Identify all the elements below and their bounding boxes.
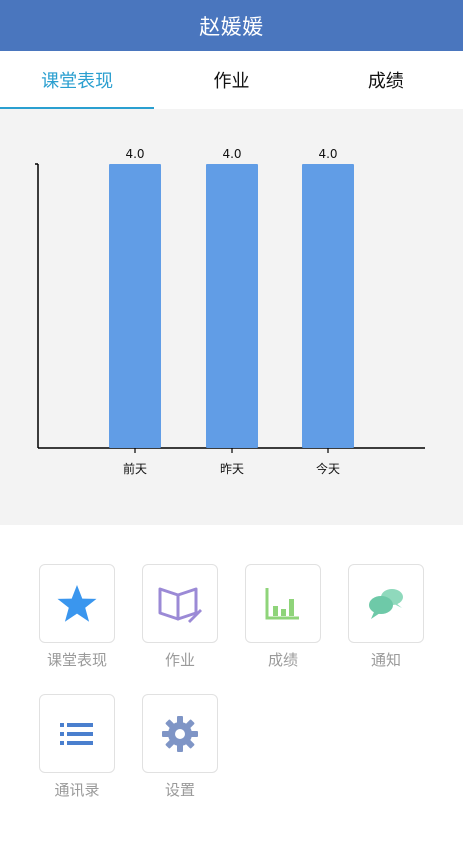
performance-chart: 4.0 前天 4.0 昨天 4.0 今天: [0, 109, 463, 525]
menu-label: 课堂表现: [46, 651, 107, 669]
tab-label: 作业: [213, 71, 250, 92]
bar-chart-icon: [265, 587, 299, 619]
list-icon: [60, 722, 93, 745]
tab-label: 成绩: [367, 71, 404, 92]
menu-item-homework[interactable]: 作业: [135, 564, 225, 680]
chart-bar: [302, 164, 354, 448]
menu-item-grades[interactable]: 成绩: [238, 564, 328, 680]
tab-classroom-performance[interactable]: 课堂表现: [0, 51, 155, 109]
menu-label: 设置: [164, 781, 195, 799]
menu-icon-box[interactable]: [245, 564, 321, 643]
gear-icon: [162, 715, 198, 752]
menu-grid: 课堂表现 作业 成绩 通知 通讯录 设置: [0, 525, 463, 841]
menu-icon-box[interactable]: [39, 564, 115, 643]
menu-item-contacts[interactable]: 通讯录: [32, 694, 122, 810]
tab-bar: 课堂表现 作业 成绩: [0, 51, 463, 109]
bar-value-label: 4.0: [125, 147, 144, 161]
tab-homework[interactable]: 作业: [154, 51, 308, 109]
bar-chart: 4.0 前天 4.0 昨天 4.0 今天: [35, 147, 425, 476]
menu-item-classroom-performance[interactable]: 课堂表现: [32, 564, 122, 680]
menu-icon-box[interactable]: [348, 564, 424, 643]
tab-label: 课堂表现: [41, 71, 114, 92]
x-tick-label: 今天: [316, 461, 340, 476]
star-icon: [57, 584, 97, 622]
menu-label: 通讯录: [54, 781, 100, 799]
x-tick-label: 昨天: [220, 462, 244, 476]
chart-bar: [109, 164, 161, 448]
bar-value-label: 4.0: [318, 147, 337, 161]
chat-bubbles-icon: [369, 588, 403, 619]
menu-item-settings[interactable]: 设置: [135, 694, 225, 810]
menu-label: 通知: [370, 651, 401, 669]
menu-icon-box[interactable]: [142, 564, 218, 643]
book-icon: [158, 587, 202, 623]
menu-label: 成绩: [267, 651, 298, 669]
menu-icon-box[interactable]: [39, 694, 115, 773]
chart-bar: [206, 164, 258, 448]
menu-item-notifications[interactable]: 通知: [341, 564, 431, 680]
menu-icon-box[interactable]: [142, 694, 218, 773]
page-title: 赵媛媛: [199, 14, 264, 39]
x-tick-label: 前天: [123, 461, 147, 476]
menu-label: 作业: [164, 651, 195, 669]
bar-value-label: 4.0: [222, 147, 241, 161]
app-header: 赵媛媛: [0, 0, 463, 51]
tab-grades[interactable]: 成绩: [309, 51, 463, 109]
